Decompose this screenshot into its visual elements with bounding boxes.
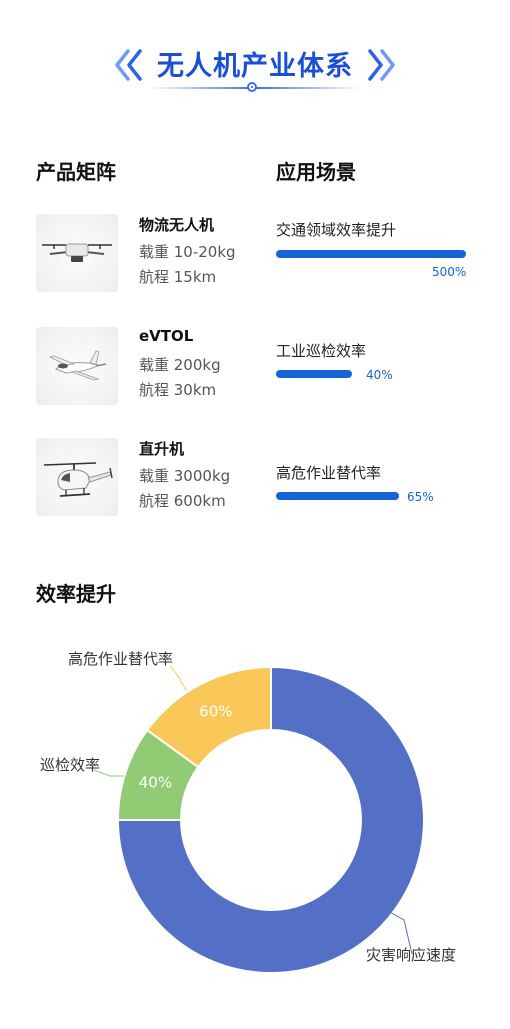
scene-progress-bar [276,370,352,378]
header-dot-icon [247,82,257,92]
product-load: 载重 3000kg [139,467,231,485]
products-title: 产品矩阵 [36,160,116,184]
scenes-title: 应用场景 [276,160,356,184]
product-range: 航程 30km [139,381,217,399]
efficiency-donut-chart: 300%灾害响应速度40%巡检效率60%高危作业替代率 [40,650,456,974]
scene-value: 40% [366,368,393,382]
donut-leader-line-2 [169,665,187,691]
scene-progress-bar [276,250,466,258]
scene-value: 500% [432,265,467,279]
scene-label: 交通领域效率提升 [276,221,397,239]
product-name: eVTOL [139,327,194,345]
delivery-drone-photo [36,214,118,292]
product-range: 航程 15km [139,268,217,286]
chevron-right-icon [368,49,395,81]
donut-category-label-2: 高危作业替代率 [68,650,173,668]
efficiency-title: 效率提升 [36,582,116,606]
product-load: 载重 10-20kg [139,243,236,261]
product-range: 航程 600km [139,492,226,510]
evtol-aircraft-photo [36,327,118,405]
page-header: 无人机产业体系 [0,36,510,106]
donut-category-label-1: 巡检效率 [40,756,100,774]
product-card-delivery-drone: 物流无人机 载重 10-20kg 航程 15km [36,214,276,294]
donut-value-label-1: 40% [139,773,172,791]
product-load: 载重 200kg [139,356,221,374]
helicopter-photo [36,438,118,516]
product-name: 直升机 [139,440,185,458]
scene-label: 工业巡检效率 [276,342,367,360]
scene-progress-bar [276,492,399,500]
page-title: 无人机产业体系 [157,51,353,82]
product-name: 物流无人机 [139,216,215,234]
product-card-helicopter: 直升机 载重 3000kg 航程 600km [36,438,276,518]
scene-value: 65% [407,490,434,504]
product-card-evtol: eVTOL 载重 200kg 航程 30km [36,327,276,407]
donut-value-label-2: 60% [199,703,232,721]
scene-label: 高危作业替代率 [276,464,382,482]
donut-category-label-0: 灾害响应速度 [366,946,456,964]
